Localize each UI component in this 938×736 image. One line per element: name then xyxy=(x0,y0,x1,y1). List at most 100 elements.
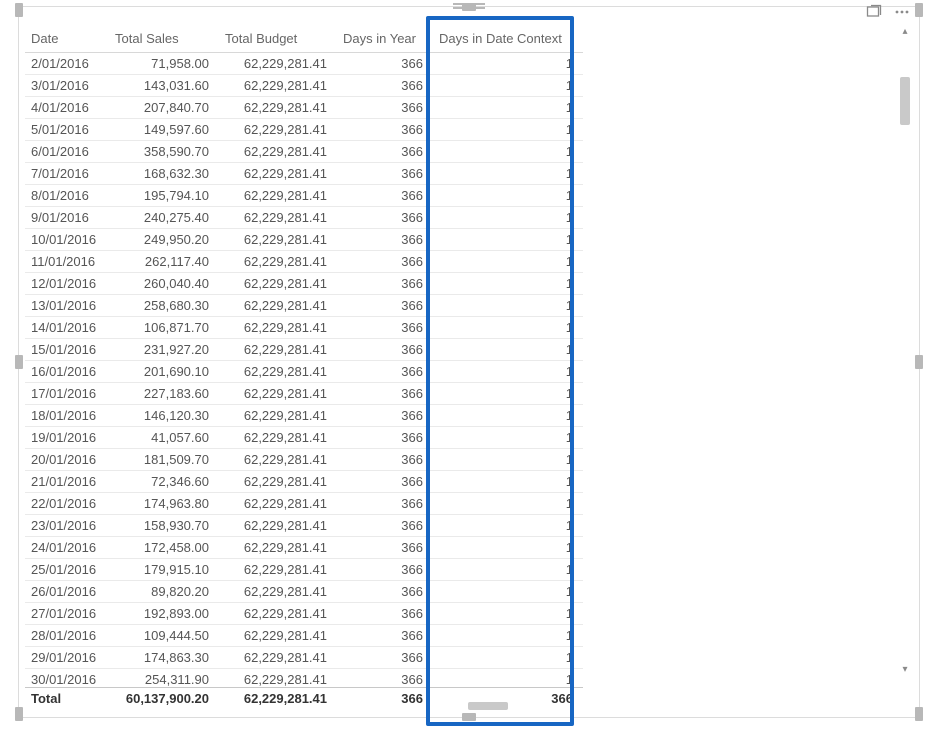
cell-total-budget: 62,229,281.41 xyxy=(219,669,337,688)
resize-handle-bottom-left[interactable] xyxy=(15,707,23,721)
table-row[interactable]: 13/01/2016258,680.3062,229,281.413661 xyxy=(25,295,583,317)
cell-days-in-year: 366 xyxy=(337,537,433,559)
cell-date: 5/01/2016 xyxy=(25,119,109,141)
drag-handle-icon[interactable] xyxy=(453,3,485,9)
table-row[interactable]: 10/01/2016249,950.2062,229,281.413661 xyxy=(25,229,583,251)
table-row[interactable]: 30/01/2016254,311.9062,229,281.413661 xyxy=(25,669,583,688)
cell-days-in-date-context: 1 xyxy=(433,339,583,361)
resize-handle-top-left[interactable] xyxy=(15,3,23,17)
table-scroll-area[interactable]: Date Total Sales Total Budget Days in Ye… xyxy=(25,25,897,711)
table-row[interactable]: 20/01/2016181,509.7062,229,281.413661 xyxy=(25,449,583,471)
cell-total-budget: 62,229,281.41 xyxy=(219,75,337,97)
table-row[interactable]: 23/01/2016158,930.7062,229,281.413661 xyxy=(25,515,583,537)
cell-days-in-year: 366 xyxy=(337,75,433,97)
cell-days-in-year: 366 xyxy=(337,97,433,119)
table-row[interactable]: 19/01/201641,057.6062,229,281.413661 xyxy=(25,427,583,449)
vertical-scroll-thumb[interactable] xyxy=(900,77,910,125)
cell-days-in-year: 366 xyxy=(337,163,433,185)
table-row[interactable]: 16/01/2016201,690.1062,229,281.413661 xyxy=(25,361,583,383)
cell-date: 3/01/2016 xyxy=(25,75,109,97)
cell-total-budget: 62,229,281.41 xyxy=(219,53,337,75)
cell-total-budget: 62,229,281.41 xyxy=(219,449,337,471)
cell-days-in-date-context: 1 xyxy=(433,97,583,119)
cell-days-in-date-context: 1 xyxy=(433,273,583,295)
cell-days-in-date-context: 1 xyxy=(433,229,583,251)
resize-handle-right[interactable] xyxy=(915,355,923,369)
col-header-total-budget[interactable]: Total Budget xyxy=(219,25,337,53)
col-header-days-in-year[interactable]: Days in Year xyxy=(337,25,433,53)
table-row[interactable]: 9/01/2016240,275.4062,229,281.413661 xyxy=(25,207,583,229)
cell-date: 30/01/2016 xyxy=(25,669,109,688)
cell-days-in-date-context: 1 xyxy=(433,625,583,647)
cell-days-in-year: 366 xyxy=(337,295,433,317)
table-row[interactable]: 15/01/2016231,927.2062,229,281.413661 xyxy=(25,339,583,361)
cell-date: 21/01/2016 xyxy=(25,471,109,493)
table-row[interactable]: 17/01/2016227,183.6062,229,281.413661 xyxy=(25,383,583,405)
table-row[interactable]: 5/01/2016149,597.6062,229,281.413661 xyxy=(25,119,583,141)
cell-total-sales: 143,031.60 xyxy=(109,75,219,97)
table-row[interactable]: 27/01/2016192,893.0062,229,281.413661 xyxy=(25,603,583,625)
col-header-date[interactable]: Date xyxy=(25,25,109,53)
table-row[interactable]: 2/01/201671,958.0062,229,281.413661 xyxy=(25,53,583,75)
table-row[interactable]: 11/01/2016262,117.4062,229,281.413661 xyxy=(25,251,583,273)
cell-total-sales: 168,632.30 xyxy=(109,163,219,185)
resize-handle-bottom[interactable] xyxy=(462,713,476,721)
table-row[interactable]: 21/01/201672,346.6062,229,281.413661 xyxy=(25,471,583,493)
col-header-days-in-date-context[interactable]: Days in Date Context xyxy=(433,25,583,53)
cell-date: 7/01/2016 xyxy=(25,163,109,185)
table-row[interactable]: 22/01/2016174,963.8062,229,281.413661 xyxy=(25,493,583,515)
cell-date: 24/01/2016 xyxy=(25,537,109,559)
table-visual-frame[interactable]: Date Total Sales Total Budget Days in Ye… xyxy=(18,6,920,718)
cell-total-sales: 262,117.40 xyxy=(109,251,219,273)
cell-days-in-date-context: 1 xyxy=(433,581,583,603)
cell-days-in-year: 366 xyxy=(337,559,433,581)
cell-days-in-year: 366 xyxy=(337,581,433,603)
cell-total-sales: 179,915.10 xyxy=(109,559,219,581)
cell-total-sales: 201,690.10 xyxy=(109,361,219,383)
cell-total-sales: 227,183.60 xyxy=(109,383,219,405)
scroll-up-icon[interactable]: ▴ xyxy=(900,27,910,37)
cell-total-sales: 240,275.40 xyxy=(109,207,219,229)
col-header-total-sales[interactable]: Total Sales xyxy=(109,25,219,53)
table-row[interactable]: 3/01/2016143,031.6062,229,281.413661 xyxy=(25,75,583,97)
table-row[interactable]: 18/01/2016146,120.3062,229,281.413661 xyxy=(25,405,583,427)
resize-handle-bottom-right[interactable] xyxy=(915,707,923,721)
table-row[interactable]: 4/01/2016207,840.7062,229,281.413661 xyxy=(25,97,583,119)
cell-date: 9/01/2016 xyxy=(25,207,109,229)
cell-date: 14/01/2016 xyxy=(25,317,109,339)
focus-mode-icon[interactable] xyxy=(865,3,883,21)
resize-handle-top-right[interactable] xyxy=(915,3,923,17)
cell-days-in-date-context: 1 xyxy=(433,471,583,493)
table-row[interactable]: 6/01/2016358,590.7062,229,281.413661 xyxy=(25,141,583,163)
cell-total-budget: 62,229,281.41 xyxy=(219,559,337,581)
cell-days-in-date-context: 1 xyxy=(433,163,583,185)
table-row[interactable]: 8/01/2016195,794.1062,229,281.413661 xyxy=(25,185,583,207)
cell-days-in-year: 366 xyxy=(337,383,433,405)
table-row[interactable]: 29/01/2016174,863.3062,229,281.413661 xyxy=(25,647,583,669)
more-options-icon[interactable] xyxy=(893,3,911,21)
table-row[interactable]: 7/01/2016168,632.3062,229,281.413661 xyxy=(25,163,583,185)
cell-days-in-date-context: 1 xyxy=(433,669,583,688)
table-row[interactable]: 25/01/2016179,915.1062,229,281.413661 xyxy=(25,559,583,581)
cell-days-in-year: 366 xyxy=(337,405,433,427)
cell-days-in-year: 366 xyxy=(337,185,433,207)
table-row[interactable]: 14/01/2016106,871.7062,229,281.413661 xyxy=(25,317,583,339)
cell-total-sales: 260,040.40 xyxy=(109,273,219,295)
resize-handle-left[interactable] xyxy=(15,355,23,369)
table-row[interactable]: 24/01/2016172,458.0062,229,281.413661 xyxy=(25,537,583,559)
cell-days-in-date-context: 1 xyxy=(433,603,583,625)
horizontal-scrollbar[interactable] xyxy=(25,699,897,711)
cell-total-sales: 72,346.60 xyxy=(109,471,219,493)
horizontal-scroll-thumb[interactable] xyxy=(468,702,508,710)
table-row[interactable]: 12/01/2016260,040.4062,229,281.413661 xyxy=(25,273,583,295)
cell-total-sales: 254,311.90 xyxy=(109,669,219,688)
cell-date: 22/01/2016 xyxy=(25,493,109,515)
scroll-down-icon[interactable]: ▾ xyxy=(900,665,910,675)
table-row[interactable]: 26/01/201689,820.2062,229,281.413661 xyxy=(25,581,583,603)
vertical-scrollbar[interactable]: ▴ ▾ xyxy=(897,25,913,711)
table-row[interactable]: 28/01/2016109,444.5062,229,281.413661 xyxy=(25,625,583,647)
cell-days-in-year: 366 xyxy=(337,119,433,141)
cell-date: 16/01/2016 xyxy=(25,361,109,383)
cell-days-in-year: 366 xyxy=(337,251,433,273)
cell-total-budget: 62,229,281.41 xyxy=(219,647,337,669)
